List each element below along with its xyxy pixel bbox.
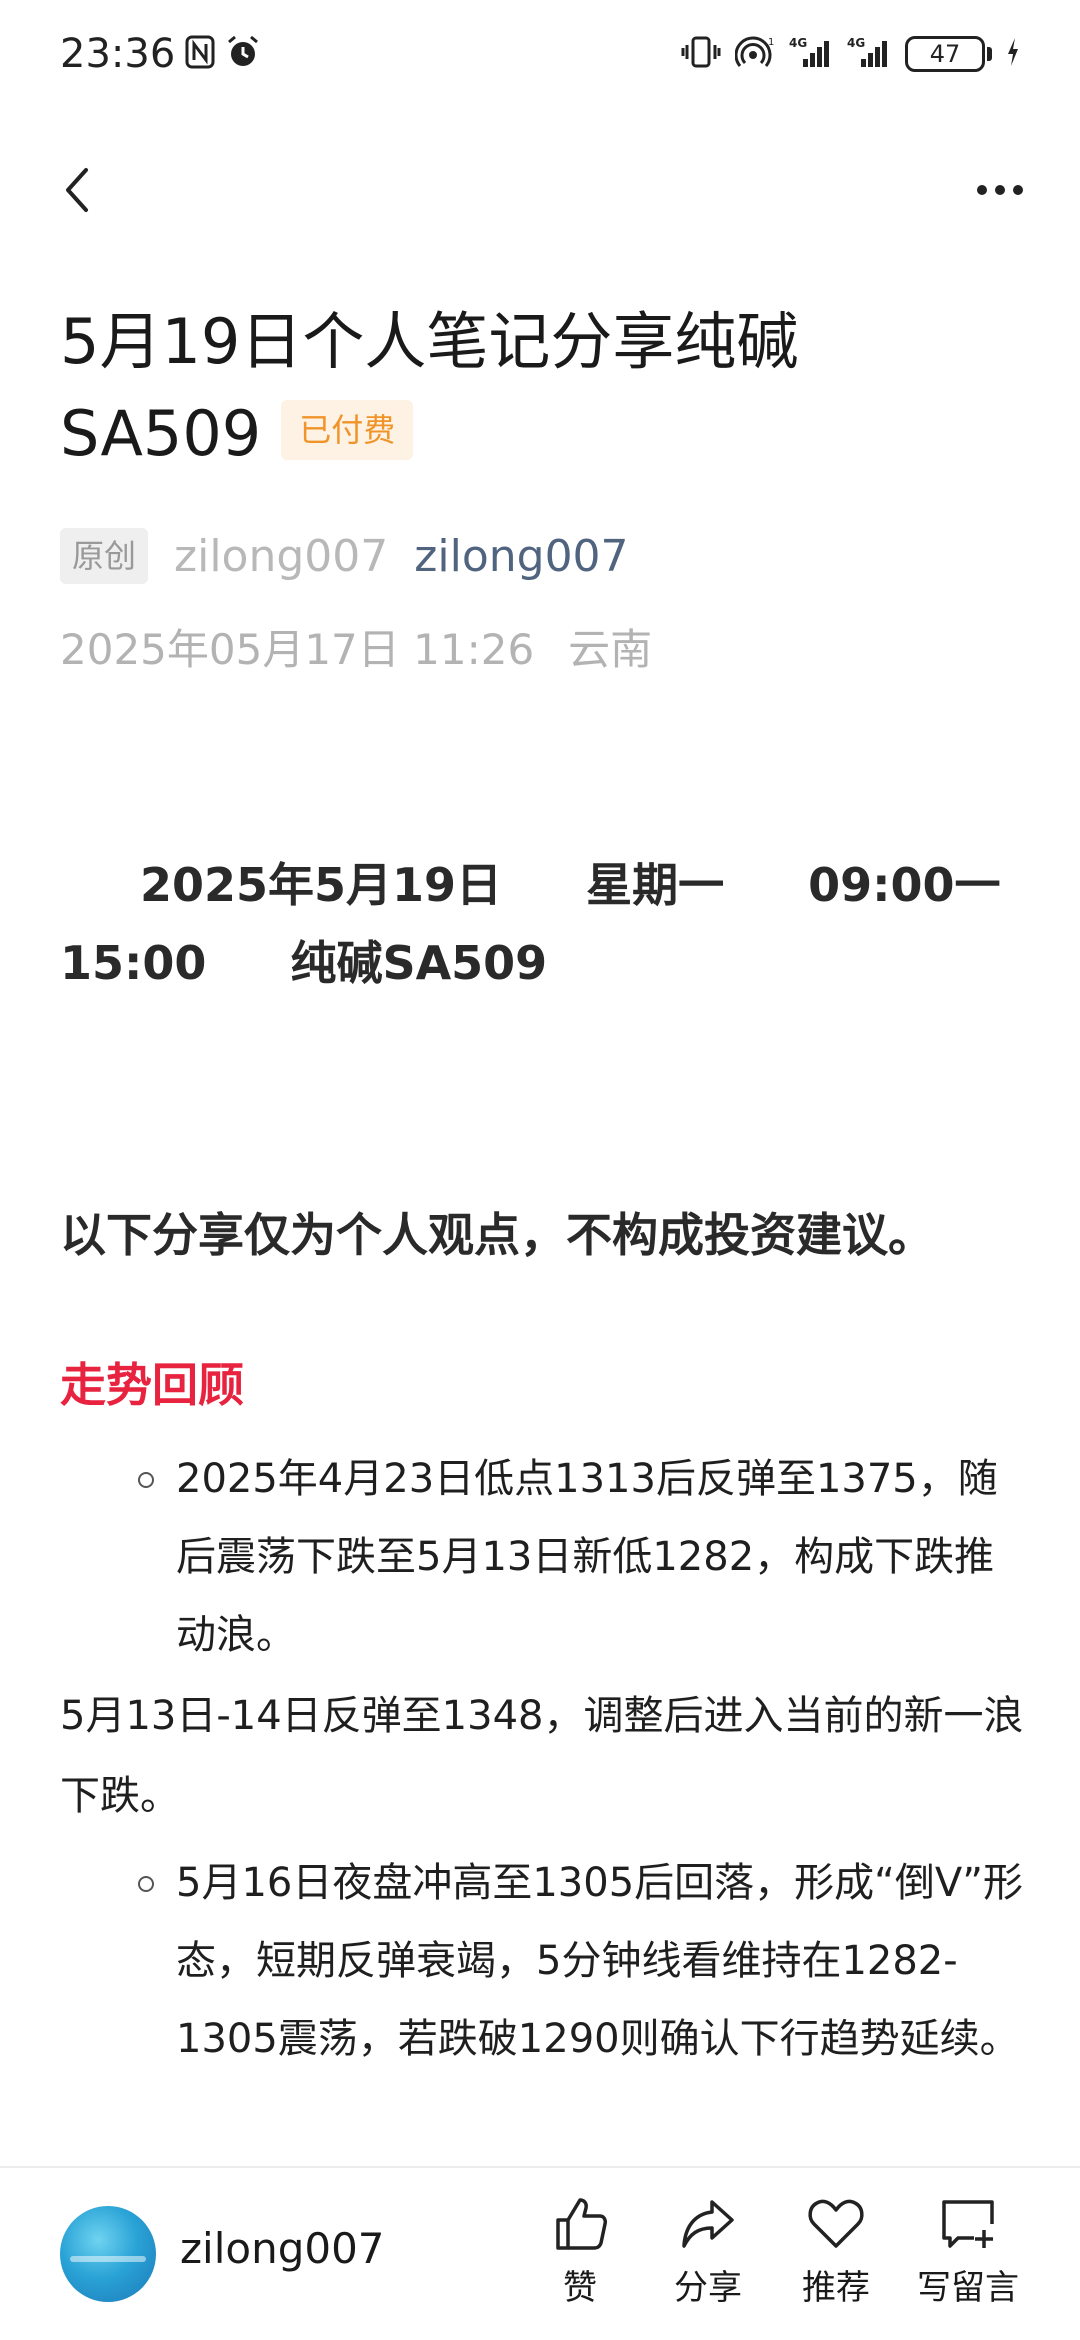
share-label: 分享 [674, 2268, 742, 2308]
svg-text:4G: 4G [789, 36, 807, 50]
battery-icon: 47 [905, 36, 992, 72]
signal-icon-2: 4G [847, 35, 891, 73]
comment-button[interactable]: 写留言 [908, 2194, 1028, 2309]
share-button[interactable]: 分享 [648, 2194, 768, 2309]
battery-level: 47 [905, 36, 985, 72]
more-dot-icon [977, 185, 987, 195]
top-nav [0, 130, 1080, 250]
bullet-circle-icon [138, 1472, 154, 1488]
back-button[interactable] [52, 160, 112, 220]
alarm-icon [225, 34, 261, 74]
more-dot-icon [995, 185, 1005, 195]
publish-info: 2025年05月17日 11:26 云南 [60, 616, 652, 677]
heading-time-start: 09:00一 [808, 858, 1001, 912]
article-title: 5月19日个人笔记分享纯碱SA509 已付费 [60, 296, 960, 480]
chevron-left-icon [66, 168, 88, 212]
bottom-username[interactable]: zilong007 [180, 2224, 385, 2273]
share-icon [682, 2200, 734, 2248]
vibrate-icon [681, 35, 721, 73]
charging-icon [1006, 37, 1020, 71]
bottom-action-bar: zilong007 赞 分享 推荐 写留言 [0, 2166, 1080, 2340]
original-badge: 原创 [60, 528, 149, 584]
like-label: 赞 [563, 2268, 597, 2308]
status-time: 23:36 [60, 31, 176, 77]
heading-product: 纯碱SA509 [290, 936, 548, 990]
author-meta: 原创 zilong007 zilong007 [60, 528, 629, 584]
list-item-text: 2025年4月23日低点1313后反弹至1375，随后震荡下跌至5月13日新低1… [176, 1456, 998, 1658]
status-right: 1 4G 4G 47 [681, 35, 1020, 73]
recommend-label: 推荐 [802, 2268, 870, 2308]
section-title: 走势回顾 [60, 1358, 244, 1412]
svg-text:1: 1 [768, 37, 774, 48]
heading-weekday: 星期一 [586, 858, 725, 912]
author-name: zilong007 [174, 530, 389, 582]
nfc-icon [185, 35, 215, 73]
bullet-circle-icon [138, 1876, 154, 1892]
recommend-button[interactable]: 推荐 [776, 2194, 896, 2309]
publish-date: 2025年05月17日 11:26 [60, 625, 535, 674]
author-link[interactable]: zilong007 [414, 531, 628, 582]
thumbs-up-icon [556, 2198, 607, 2250]
svg-text:4G: 4G [847, 36, 865, 50]
signal-icon-1: 4G [789, 35, 833, 73]
disclaimer: 以下分享仅为个人观点，不构成投资建议。 [60, 1208, 934, 1262]
status-bar: 23:36 1 4G 4G 47 [0, 0, 1080, 108]
article-heading-line: 2025年5月19日 星期一 09:00一 15:00 纯碱SA509 [60, 846, 1030, 1002]
publish-location: 云南 [568, 625, 653, 674]
article-header: 5月19日个人笔记分享纯碱SA509 已付费 [60, 296, 960, 480]
more-options-button[interactable] [960, 160, 1040, 220]
hotspot-icon: 1 [734, 35, 775, 73]
comment-label: 写留言 [917, 2268, 1019, 2308]
article-title-text: 5月19日个人笔记分享纯碱SA509 [60, 305, 799, 470]
comment-add-icon [942, 2200, 994, 2248]
status-left: 23:36 [60, 31, 261, 77]
heart-icon [808, 2199, 864, 2248]
list-item: 2025年4月23日低点1313后反弹至1375，随后震荡下跌至5月13日新低1… [60, 1440, 1030, 1674]
heading-date: 2025年5月19日 [140, 858, 503, 912]
heading-time-end: 15:00 [60, 936, 207, 990]
list-item: 5月16日夜盘冲高至1305后回落，形成“倒V”形态，短期反弹衰竭，5分钟线看维… [60, 1844, 1030, 2078]
more-dot-icon [1013, 185, 1023, 195]
paragraph: 5月13日-14日反弹至1348，调整后进入当前的新一浪下跌。 [60, 1693, 1024, 1819]
battery-tip [987, 47, 992, 61]
like-button[interactable]: 赞 [520, 2194, 640, 2309]
avatar[interactable] [60, 2206, 156, 2302]
paid-badge: 已付费 [281, 399, 414, 460]
list-item-text: 5月16日夜盘冲高至1305后回落，形成“倒V”形态，短期反弹衰竭，5分钟线看维… [176, 1860, 1023, 2062]
